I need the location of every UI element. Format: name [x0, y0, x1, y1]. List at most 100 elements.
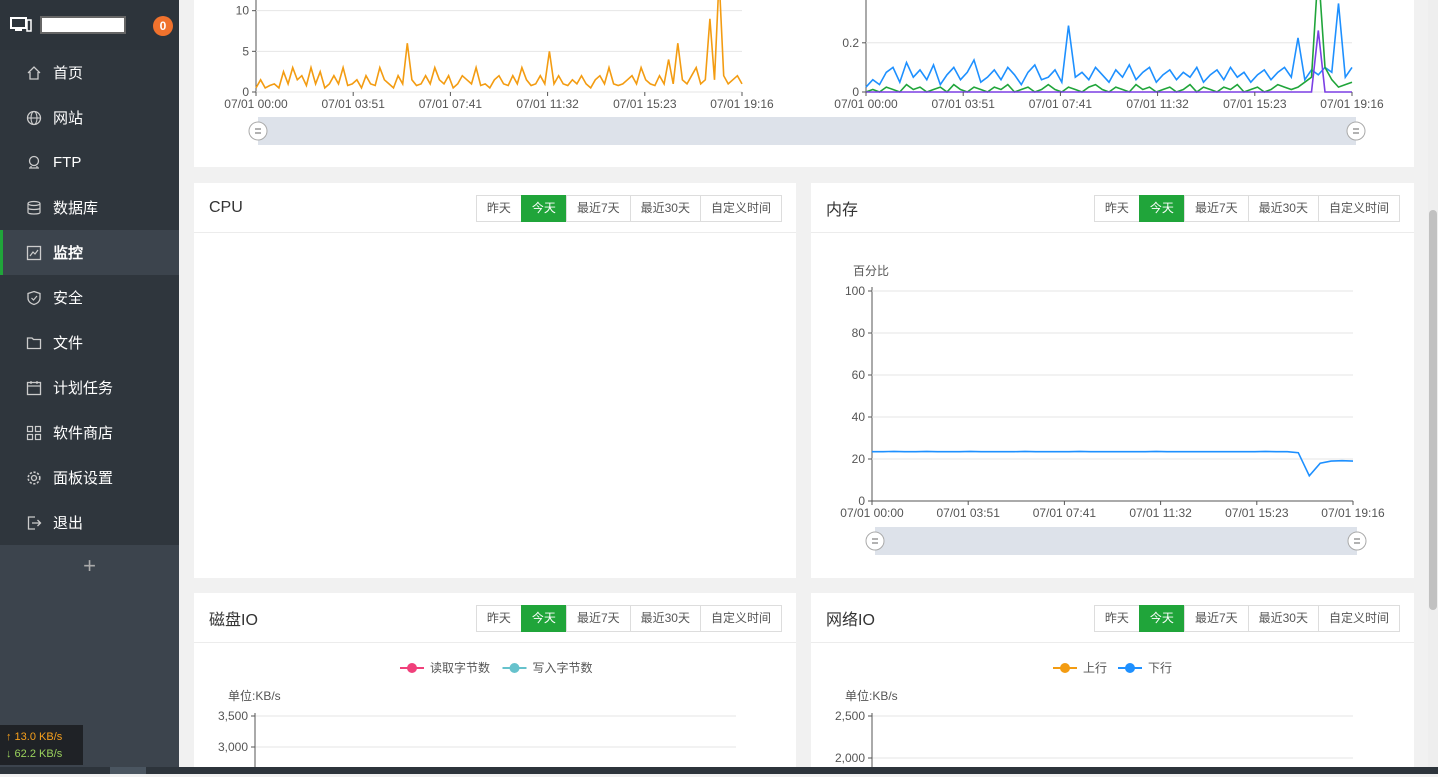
memory-range-buttons: 昨天 今天 最近7天 最近30天 自定义时间	[1093, 195, 1400, 222]
range-button-1[interactable]: 今天	[1138, 195, 1185, 222]
add-menu-button[interactable]: +	[0, 545, 179, 587]
range-button-0[interactable]: 昨天	[1093, 605, 1140, 632]
top-right-xtick-label: 07/01 07:41	[1029, 97, 1093, 111]
load-ytick-label: 10	[236, 4, 250, 18]
sidebar-item-label: 网站	[53, 110, 84, 127]
sidebar-item-10[interactable]: 退出	[0, 500, 179, 545]
top-right-xtick-label: 07/01 15:23	[1223, 97, 1287, 111]
notification-badge[interactable]: 0	[153, 16, 173, 36]
memory-xtick-label: 07/01 15:23	[1225, 506, 1289, 520]
upload-speed: ↑ 13.0 KB/s	[6, 731, 63, 743]
sidebar-menu: 首页网站 FTP 数据库监控安全文件计划任务软件商店 面板设置退出	[0, 50, 179, 545]
sidebar-item-0[interactable]: 首页	[0, 50, 179, 95]
top-slider-handle-0	[248, 121, 268, 141]
disk-legend-label: 写入字节数	[533, 660, 593, 675]
load-xtick-label: 07/01 11:32	[516, 97, 579, 111]
network-legend-marker	[1125, 663, 1135, 673]
cpu-panel: CPU 昨天 今天 最近7天 最近30天 自定义时间	[194, 183, 796, 578]
disk-io-panel: 磁盘IO 昨天 今天 最近7天 最近30天 自定义时间 读取字节数 写入字节数 单位:KB/…	[194, 593, 796, 774]
top-right-xtick-label: 07/01 00:00	[834, 97, 898, 111]
cpu-panel-title: CPU	[209, 198, 243, 216]
top-slider-track	[258, 117, 1356, 145]
sidebar: 0 首页网站 FTP 数据库监控安全文件计划任务软件商店 面板设置退出 +	[0, 0, 179, 774]
sidebar-item-3[interactable]: 数据库	[0, 185, 179, 230]
sidebar-item-4[interactable]: 监控	[0, 230, 179, 275]
sidebar-item-7[interactable]: 计划任务	[0, 365, 179, 410]
range-button-2[interactable]: 最近7天	[565, 605, 631, 632]
disk-range-buttons: 昨天 今天 最近7天 最近30天 自定义时间	[475, 605, 782, 632]
range-button-0[interactable]: 昨天	[475, 195, 522, 222]
memory-slider-handle-1	[1347, 531, 1367, 551]
memory-chart: 百分比02040608010007/01 00:00 07/01 03:51 07/…	[840, 264, 1385, 555]
home-icon	[26, 65, 42, 81]
bottom-bar	[0, 767, 1438, 774]
sidebar-item-label: 安全	[53, 290, 84, 307]
sidebar-item-label: 监控	[53, 245, 84, 262]
range-button-3[interactable]: 最近30天	[1247, 605, 1319, 632]
top-charts-panel: 0 5 10 07/01 00:00 07/01 03:51 07/01 07:41 07/…	[194, 0, 1414, 167]
server-name-field[interactable]	[40, 16, 126, 34]
server-icon	[10, 17, 32, 33]
range-button-2[interactable]: 最近7天	[565, 195, 631, 222]
network-io-panel-title: 网络IO	[826, 611, 875, 629]
sidebar-item-9[interactable]: 面板设置	[0, 455, 179, 500]
range-button-0[interactable]: 昨天	[1093, 195, 1140, 222]
memory-ytick-label: 80	[852, 326, 866, 340]
sidebar-header: 0	[0, 0, 179, 50]
memory-xtick-label: 07/01 00:00	[840, 506, 904, 520]
sidebar-item-label: 数据库	[53, 200, 99, 217]
load-xtick-label: 07/01 03:51	[321, 97, 385, 111]
sidebar-item-label: 计划任务	[53, 380, 114, 397]
range-button-1[interactable]: 今天	[1138, 605, 1185, 632]
sidebar-item-1[interactable]: 网站	[0, 95, 179, 140]
range-button-2[interactable]: 最近7天	[1183, 195, 1249, 222]
range-button-1[interactable]: 今天	[520, 195, 567, 222]
scrollbar-thumb[interactable]	[1429, 210, 1437, 610]
range-button-1[interactable]: 今天	[520, 605, 567, 632]
page-scrollbar[interactable]	[1428, 0, 1438, 767]
sidebar-item-label: 退出	[53, 515, 84, 532]
logout-icon	[26, 515, 42, 531]
sidebar-item-label: 首页	[53, 65, 84, 82]
network-io-chart: 上行 下行单位:KB/s 2,500 2,000	[835, 661, 1353, 774]
range-button-4[interactable]: 自定义时间	[699, 605, 782, 632]
sidebar-item-8[interactable]: 软件商店	[0, 410, 179, 455]
network-legend-marker	[1060, 663, 1070, 673]
memory-xtick-label: 07/01 19:16	[1321, 506, 1385, 520]
range-button-4[interactable]: 自定义时间	[1317, 605, 1400, 632]
disk-legend-marker	[407, 663, 417, 673]
disk-ylabel: 单位:KB/s	[228, 688, 281, 703]
sidebar-item-5[interactable]: 安全	[0, 275, 179, 320]
network-ytick-label: 2,500	[835, 709, 865, 723]
load-xtick-label: 07/01 00:00	[224, 97, 288, 111]
disk-legend-label: 读取字节数	[430, 660, 490, 675]
sidebar-item-2[interactable]: FTP	[0, 140, 179, 185]
monitor-chart-icon	[26, 245, 42, 261]
calendar-icon	[26, 380, 42, 396]
range-button-4[interactable]: 自定义时间	[1317, 195, 1400, 222]
disk-io-chart: 读取字节数 写入字节数单位:KB/s 3,500 3,000	[218, 660, 736, 774]
memory-panel-title: 内存	[826, 201, 859, 219]
memory-xtick-label: 07/01 03:51	[936, 506, 1000, 520]
disk-ytick-label: 3,500	[218, 709, 248, 723]
database-icon	[26, 200, 42, 216]
network-ylabel: 单位:KB/s	[845, 688, 898, 703]
range-button-3[interactable]: 最近30天	[1247, 195, 1319, 222]
memory-xtick-label: 07/01 11:32	[1129, 506, 1192, 520]
range-button-3[interactable]: 最近30天	[629, 195, 701, 222]
network-range-buttons: 昨天 今天 最近7天 最近30天 自定义时间	[1093, 605, 1400, 632]
range-button-3[interactable]: 最近30天	[629, 605, 701, 632]
load-series-0	[255, 0, 743, 90]
top-right-ytick-label: 0.4	[842, 0, 859, 1]
range-button-2[interactable]: 最近7天	[1183, 605, 1249, 632]
range-button-4[interactable]: 自定义时间	[699, 195, 782, 222]
memory-slider-handle-0	[865, 531, 885, 551]
memory-ytick-label: 40	[852, 410, 866, 424]
range-button-0[interactable]: 昨天	[475, 605, 522, 632]
memory-ytick-label: 100	[845, 284, 865, 298]
sidebar-item-6[interactable]: 文件	[0, 320, 179, 365]
ftp-icon	[26, 155, 42, 171]
network-io-panel: 网络IO 昨天 今天 最近7天 最近30天 自定义时间 上行 下行 单位:KB/s 2,500…	[811, 593, 1414, 774]
top-right-xtick-label: 07/01 03:51	[931, 97, 995, 111]
sidebar-item-label: FTP	[53, 154, 82, 171]
